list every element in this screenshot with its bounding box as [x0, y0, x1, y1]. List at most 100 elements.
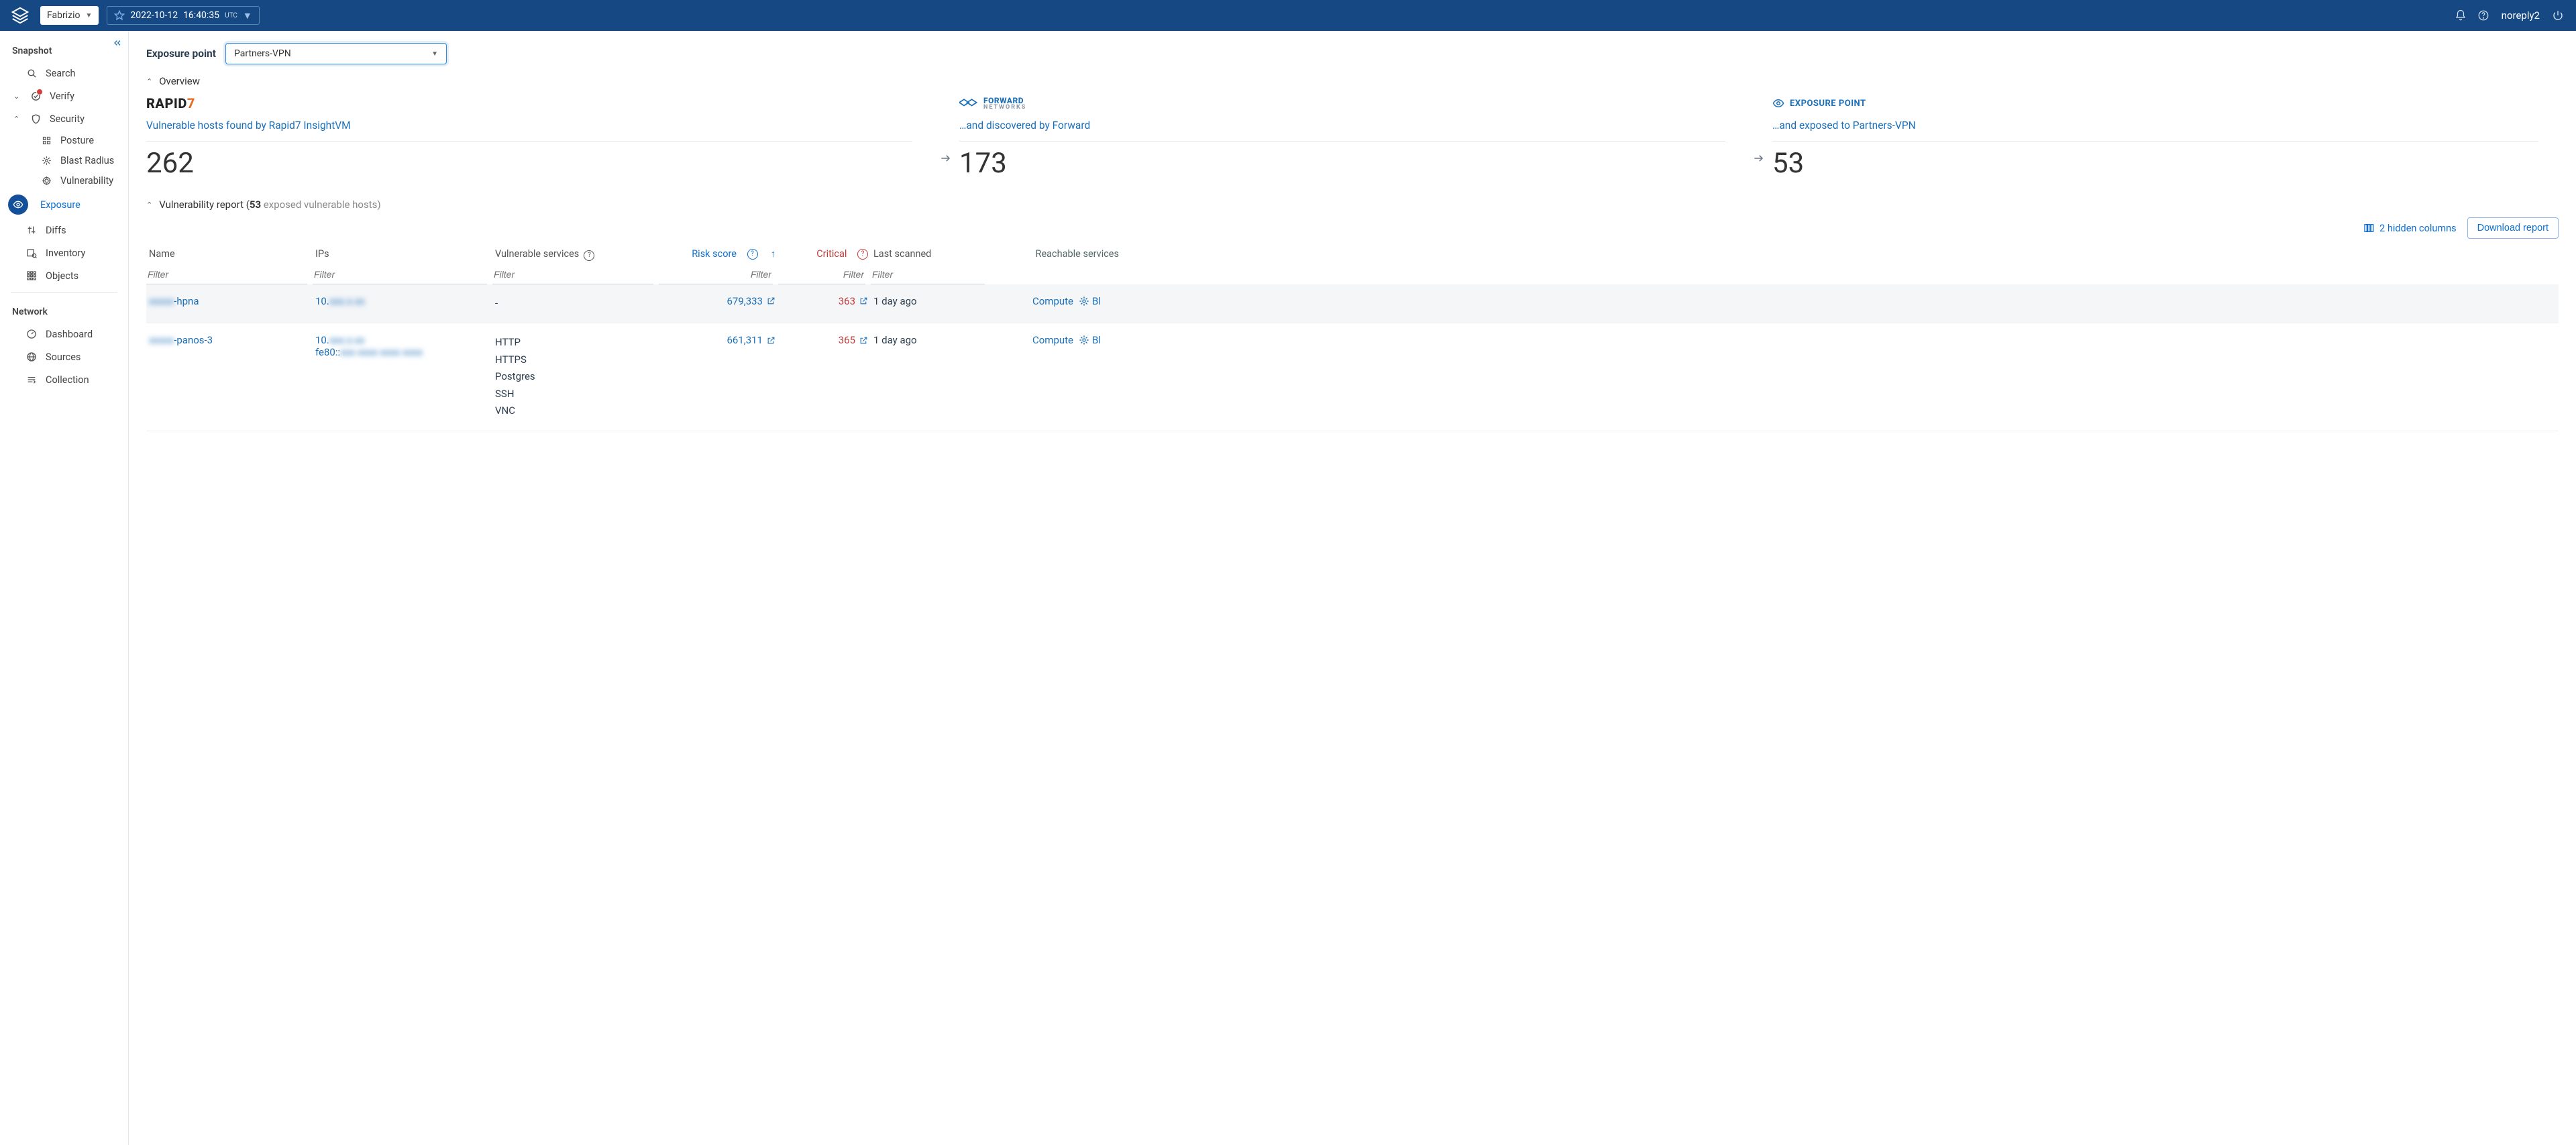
ip-link[interactable]: 10.xxx.x.xx — [315, 334, 490, 346]
table-row[interactable]: xxxxx-hpna 10.xxx.x.xx - 679,333 363 1 d… — [146, 284, 2559, 324]
download-report-button[interactable]: Download report — [2467, 217, 2559, 239]
caret-down-icon: ▼ — [431, 50, 438, 58]
col-ips[interactable]: IPs — [315, 248, 490, 260]
snapshot-date: 2022-10-12 — [130, 10, 178, 21]
host-name-link[interactable]: xxxxx-hpna — [149, 295, 310, 307]
col-scanned[interactable]: Last scanned — [873, 248, 987, 260]
sidebar-item-label: Diffs — [46, 225, 66, 236]
risk-score-link[interactable]: 661,311 — [661, 334, 775, 346]
filter-services[interactable] — [492, 265, 653, 284]
critical-link[interactable]: 365 — [781, 334, 868, 346]
inventory-icon — [25, 247, 38, 259]
main-content: Exposure point Partners-VPN ▼ ⌃ Overview… — [129, 31, 2576, 1145]
table-filters — [146, 265, 2559, 284]
card-rapid7-count: 262 — [146, 147, 912, 180]
card-exposed-count: 53 — [1772, 147, 2538, 180]
compute-link[interactable]: Compute — [993, 334, 1073, 346]
verify-icon — [30, 90, 42, 102]
last-scanned: 1 day ago — [873, 334, 987, 346]
service-value: Postgres — [495, 368, 656, 386]
card-forward-link[interactable]: …and discovered by Forward — [959, 119, 1725, 142]
exposure-point-value: Partners-VPN — [234, 48, 291, 59]
hidden-columns-button[interactable]: 2 hidden columns — [2363, 223, 2457, 234]
power-button[interactable] — [2546, 4, 2569, 27]
sidebar-item-collection[interactable]: Collection — [0, 368, 128, 391]
rapid7-logo: RAPID7 — [146, 94, 912, 113]
filter-risk[interactable] — [659, 265, 773, 284]
help-icon[interactable]: ? — [584, 250, 594, 261]
sidebar-item-diffs[interactable]: Diffs — [0, 219, 128, 241]
collapse-report-icon[interactable]: ⌃ — [146, 201, 152, 209]
gauge-icon — [25, 328, 38, 340]
overview-cards: RAPID7 Vulnerable hosts found by Rapid7 … — [146, 94, 2559, 180]
sidebar-item-label: Posture — [60, 135, 94, 146]
sidebar-item-posture[interactable]: Posture — [0, 130, 128, 150]
host-name-link[interactable]: xxxxx-panos-3 — [149, 334, 310, 346]
shield-icon — [30, 113, 42, 125]
risk-score-link[interactable]: 679,333 — [661, 295, 775, 307]
caret-down-icon: ▼ — [85, 12, 92, 19]
app-logo[interactable] — [7, 5, 34, 25]
help-icon[interactable]: ? — [857, 249, 868, 260]
filter-ips[interactable] — [313, 265, 487, 284]
sidebar-item-label: Dashboard — [46, 329, 93, 340]
sidebar-item-security[interactable]: ⌃ Security — [0, 107, 128, 130]
topbar: Fabrizio ▼ 2022-10-12 16:40:35 UTC ▼ nor… — [0, 0, 2576, 31]
filter-critical[interactable] — [778, 265, 865, 284]
sidebar-item-dashboard[interactable]: Dashboard — [0, 323, 128, 345]
tenant-label: Fabrizio — [47, 10, 80, 21]
help-button[interactable] — [2472, 4, 2495, 27]
sidebar-item-search[interactable]: Search — [0, 62, 128, 85]
card-rapid7: RAPID7 Vulnerable hosts found by Rapid7 … — [146, 94, 932, 180]
card-forward: FORWARDNETWORKS …and discovered by Forwa… — [959, 94, 1746, 180]
compute-link[interactable]: Compute — [993, 295, 1073, 307]
caret-down-icon: ▼ — [243, 10, 252, 21]
chevron-up-icon: ⌃ — [13, 115, 21, 123]
exposure-point-select[interactable]: Partners-VPN ▼ — [225, 43, 447, 64]
sidebar-item-exposure[interactable]: Exposure — [0, 190, 128, 219]
tenant-selector[interactable]: Fabrizio ▼ — [40, 6, 99, 25]
table-row[interactable]: xxxxx-panos-3 10.xxx.x.xx fe80::xxx xxxx… — [146, 323, 2559, 431]
collection-icon — [25, 374, 38, 386]
sidebar-item-objects[interactable]: Objects — [0, 264, 128, 287]
objects-icon — [25, 270, 38, 282]
report-prefix: Vulnerability report ( — [159, 199, 250, 211]
service-value: HTTPS — [495, 351, 656, 369]
service-value: HTTP — [495, 334, 656, 351]
sidebar-item-sources[interactable]: Sources — [0, 345, 128, 368]
ip-link[interactable]: 10.xxx.x.xx — [315, 295, 490, 307]
sidebar-item-label: Sources — [46, 351, 80, 363]
col-reachable[interactable]: Reachable services — [993, 248, 1119, 260]
ip-link[interactable]: fe80::xxx xxxx xxxx xxxx — [315, 346, 490, 358]
sidebar-item-verify[interactable]: ⌄ Verify — [0, 85, 128, 107]
collapse-sidebar-icon[interactable] — [112, 38, 123, 48]
exposure-point-icon: EXPOSURE POINT — [1772, 94, 2538, 113]
sidebar-item-vulnerability[interactable]: Vulnerability — [0, 170, 128, 190]
col-name[interactable]: Name — [149, 248, 310, 260]
card-exposed-link[interactable]: …and exposed to Partners-VPN — [1772, 119, 2538, 142]
table-header: Name IPs Vulnerable services ? Risk scor… — [146, 241, 2559, 265]
collapse-overview-icon[interactable]: ⌃ — [146, 77, 152, 86]
card-rapid7-link[interactable]: Vulnerable hosts found by Rapid7 Insight… — [146, 119, 912, 142]
snapshot-tz: UTC — [225, 12, 237, 19]
sidebar-item-blast-radius[interactable]: Blast Radius — [0, 150, 128, 170]
help-icon[interactable]: ? — [747, 249, 758, 260]
last-scanned: 1 day ago — [873, 295, 987, 307]
blast-radius-link[interactable]: Bl — [1079, 295, 1119, 307]
sidebar-item-inventory[interactable]: Inventory — [0, 241, 128, 264]
username[interactable]: noreply2 — [2502, 9, 2540, 21]
blast-radius-link[interactable]: Bl — [1079, 334, 1119, 346]
search-icon — [25, 67, 38, 79]
filter-name[interactable] — [146, 265, 307, 284]
col-critical[interactable]: Critical ? — [781, 248, 868, 260]
notifications-button[interactable] — [2449, 4, 2472, 27]
overview-title: Overview — [159, 75, 200, 87]
col-services[interactable]: Vulnerable services ? — [495, 248, 656, 261]
globe-icon — [25, 351, 38, 363]
services-cell: HTTPHTTPSPostgresSSHVNC — [495, 334, 656, 420]
snapshot-time-selector[interactable]: 2022-10-12 16:40:35 UTC ▼ — [107, 6, 259, 25]
filter-scanned[interactable] — [871, 265, 985, 284]
critical-link[interactable]: 363 — [781, 295, 868, 307]
card-forward-count: 173 — [959, 147, 1725, 180]
col-risk[interactable]: Risk score ? ↑ — [661, 248, 775, 260]
